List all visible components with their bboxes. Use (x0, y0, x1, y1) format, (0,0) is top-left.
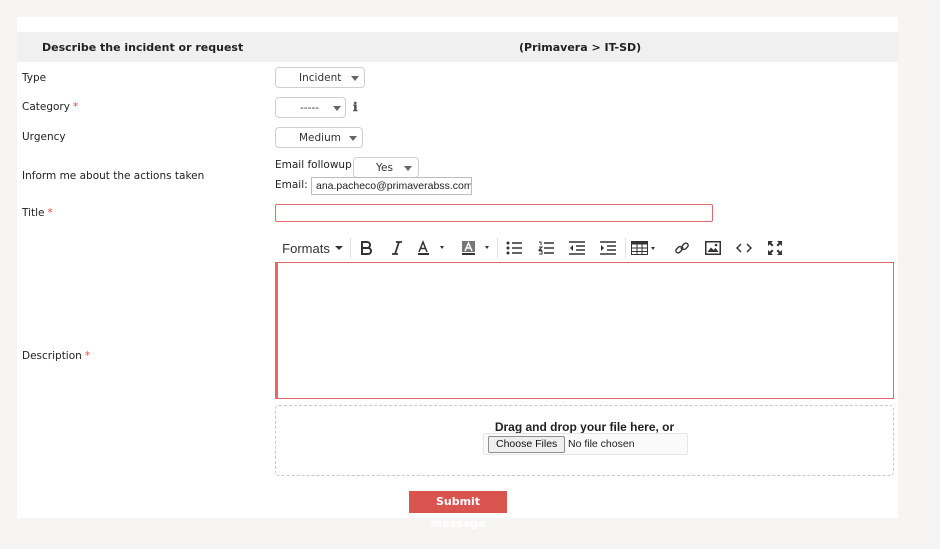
text-color-icon[interactable] (414, 236, 450, 260)
bold-icon[interactable] (355, 236, 377, 260)
category-select[interactable]: ----- (275, 97, 346, 118)
email-followup-label: Email followup (275, 159, 352, 171)
indent-icon[interactable] (597, 236, 619, 260)
fullscreen-icon[interactable] (764, 236, 786, 260)
file-dropzone[interactable]: Drag and drop your file here, or Choose … (275, 405, 894, 476)
background-color-icon[interactable] (459, 236, 495, 260)
info-icon[interactable]: ℹ (353, 100, 358, 114)
form-title: Describe the incident or request (42, 41, 244, 54)
image-icon[interactable] (702, 236, 724, 260)
file-status: No file chosen (568, 438, 635, 450)
urgency-label: Urgency (22, 131, 66, 143)
urgency-select-value: Medium (299, 132, 341, 144)
italic-icon[interactable] (386, 236, 408, 260)
title-label: Title * (22, 207, 53, 219)
required-asterisk: * (72, 101, 79, 113)
description-editor[interactable] (275, 262, 894, 399)
service-path: (Primavera > IT-SD) (519, 41, 642, 54)
submit-button[interactable]: Submit message (409, 491, 507, 530)
email-followup-value: Yes (376, 162, 393, 174)
bullet-list-icon[interactable] (503, 236, 525, 260)
email-label: Email: (275, 179, 308, 191)
numbered-list-icon[interactable] (535, 236, 557, 260)
formats-dropdown[interactable]: Formats (281, 236, 345, 260)
email-followup-select[interactable]: Yes (353, 157, 419, 178)
category-label: Category * (22, 101, 79, 113)
toolbar-divider (625, 238, 626, 258)
title-input[interactable] (275, 204, 713, 222)
chevron-down-icon (334, 246, 343, 250)
formats-label: Formats (282, 240, 330, 256)
required-asterisk: * (84, 350, 91, 362)
toolbar-divider (497, 238, 498, 258)
chevron-down-icon (349, 136, 357, 141)
email-field[interactable]: ana.pacheco@primaverabss.com (311, 177, 472, 195)
link-icon[interactable] (671, 236, 693, 260)
editor-toolbar: Formats (275, 236, 795, 260)
chevron-down-icon (333, 106, 341, 111)
file-input[interactable]: Choose Files No file chosen (483, 433, 688, 455)
toolbar-divider (350, 238, 351, 258)
required-asterisk: * (47, 207, 53, 219)
type-label: Type (22, 72, 47, 84)
source-code-icon[interactable] (733, 236, 755, 260)
table-icon[interactable] (630, 236, 660, 260)
type-select-value: Incident (299, 72, 342, 84)
urgency-select[interactable]: Medium (275, 127, 363, 148)
type-select[interactable]: Incident (275, 67, 365, 88)
outdent-icon[interactable] (566, 236, 588, 260)
chevron-down-icon (351, 76, 359, 81)
inform-label: Inform me about the actions taken (22, 170, 205, 182)
choose-files-button[interactable]: Choose Files (488, 436, 566, 453)
chevron-down-icon (404, 166, 412, 171)
dropzone-text: Drag and drop your file here, or (494, 420, 675, 434)
category-select-value: ----- (300, 102, 319, 114)
description-label: Description * (22, 350, 91, 362)
